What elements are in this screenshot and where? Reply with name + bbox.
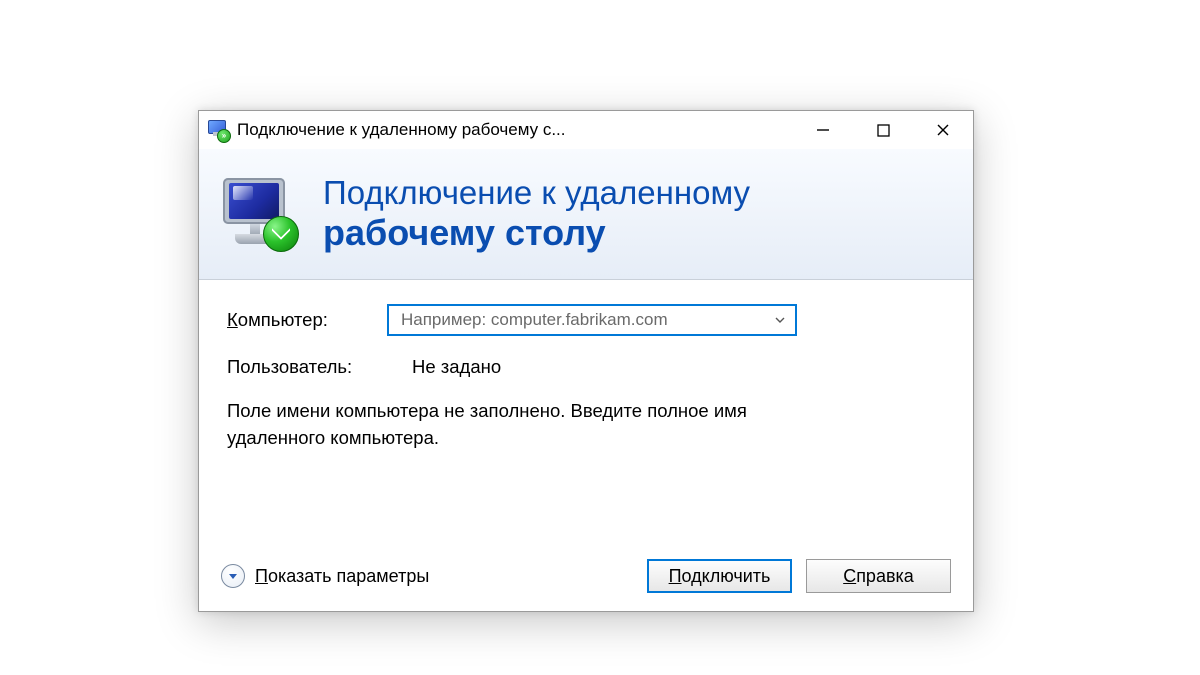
titlebar[interactable]: » Подключение к удаленному рабочему с...	[199, 111, 973, 149]
hint-text: Поле имени компьютера не заполнено. Введ…	[227, 398, 847, 452]
footer-buttons: Подключить Справка	[647, 559, 951, 593]
user-label: Пользователь:	[227, 356, 412, 378]
banner-line1: Подключение к удаленному	[323, 176, 750, 211]
connect-button[interactable]: Подключить	[647, 559, 792, 593]
close-button[interactable]	[913, 111, 973, 149]
computer-input[interactable]	[399, 309, 771, 331]
user-value: Не задано	[412, 356, 501, 378]
maximize-button[interactable]	[853, 111, 913, 149]
computer-row: Компьютер:	[227, 304, 945, 336]
window-controls	[793, 111, 973, 149]
dialog-footer: Показать параметры Подключить Справка	[199, 543, 973, 611]
computer-label: Компьютер:	[227, 309, 387, 331]
stage: » Подключение к удаленному рабочему с...	[0, 0, 1200, 675]
help-button[interactable]: Справка	[806, 559, 951, 593]
titlebar-left: » Подключение к удаленному рабочему с...	[207, 119, 566, 141]
banner-titles: Подключение к удаленному рабочему столу	[323, 176, 750, 252]
computer-combobox[interactable]	[387, 304, 797, 336]
dialog-body: Компьютер: Пользователь: Не задано Поле …	[199, 280, 973, 452]
window-title: Подключение к удаленному рабочему с...	[237, 120, 566, 140]
banner-line2: рабочему столу	[323, 214, 750, 252]
header-banner: Подключение к удаленному рабочему столу	[199, 149, 973, 280]
rdp-app-icon: »	[207, 119, 229, 141]
rdp-dialog: » Подключение к удаленному рабочему с...	[198, 110, 974, 612]
rdp-banner-icon	[217, 172, 301, 256]
show-options-toggle[interactable]: Показать параметры	[221, 564, 429, 588]
user-row: Пользователь: Не задано	[227, 356, 945, 378]
minimize-button[interactable]	[793, 111, 853, 149]
chevron-down-icon[interactable]	[771, 314, 789, 326]
expand-down-icon	[221, 564, 245, 588]
